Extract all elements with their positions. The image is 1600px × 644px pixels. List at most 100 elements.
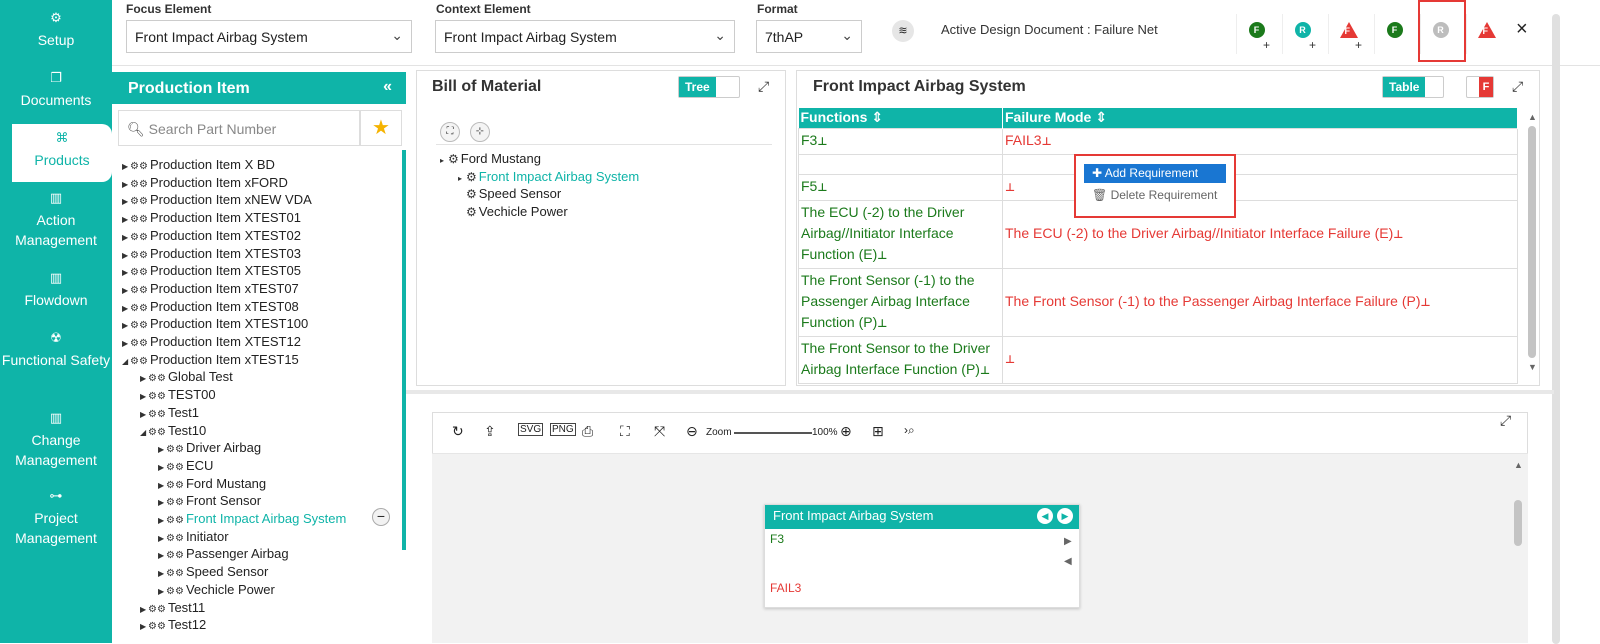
search-part-input[interactable]: 🔍︎ Search Part Number bbox=[118, 110, 360, 146]
nav-setup[interactable]: ⚙ Setup bbox=[0, 10, 112, 50]
collapse-node-icon[interactable]: − bbox=[372, 508, 390, 526]
tree-node[interactable]: ▶ ⚙⚙ Test12 bbox=[140, 616, 206, 634]
bom-view-toggle[interactable]: Tree bbox=[678, 76, 740, 98]
filter-toggle[interactable]: F bbox=[1466, 76, 1494, 98]
zoom-out-icon[interactable]: ⊖ bbox=[686, 423, 698, 440]
canvas-scrollbar[interactable] bbox=[1514, 500, 1522, 546]
expand-arrow-icon[interactable]: ▶ bbox=[140, 618, 148, 636]
expand-left-icon[interactable]: ◀ bbox=[1064, 556, 1072, 567]
functions-header[interactable]: Functions ⇕ bbox=[798, 108, 1003, 128]
close-icon[interactable]: × bbox=[1516, 18, 1528, 41]
tree-node[interactable]: ▶ ⚙⚙ Driver Airbag bbox=[158, 439, 261, 457]
hierarchy-icon[interactable]: ⊥ bbox=[1005, 182, 1015, 194]
nav-change-management[interactable]: ▥ Change Management bbox=[0, 410, 112, 470]
tree-node[interactable]: ▶ ⚙⚙ Production Item XTEST12 bbox=[122, 333, 301, 351]
hierarchy-icon[interactable]: ⊥ bbox=[1393, 229, 1403, 241]
fullscreen-icon[interactable]: ⤧ bbox=[654, 423, 665, 440]
tree-node[interactable]: ▶ ⚙⚙ Production Item XTEST01 bbox=[122, 209, 301, 227]
tree-node[interactable]: ▶ ⚙⚙ Production Item xFORD bbox=[122, 174, 288, 192]
tree-node[interactable]: ▶ ⚙⚙ TEST00 bbox=[140, 386, 216, 404]
tree-node[interactable]: ▶ ⚙⚙ Vechicle Power bbox=[158, 581, 275, 599]
hierarchy-icon[interactable]: ⊥ bbox=[817, 136, 827, 148]
table-row[interactable]: The Front Sensor (-1) to the Passenger A… bbox=[798, 267, 1518, 337]
function-cell[interactable]: F3⊥ bbox=[798, 127, 1003, 155]
export-svg-icon[interactable]: SVG bbox=[518, 423, 544, 436]
tree-node[interactable]: ▶ ⚙⚙ Test1 bbox=[140, 404, 199, 422]
toolbar-function-button[interactable]: F bbox=[1374, 14, 1414, 54]
toolbar-requirement-button[interactable]: R + bbox=[1282, 14, 1322, 54]
format-select[interactable]: 7thAP ⌄ bbox=[756, 20, 862, 53]
net-node-failure[interactable]: FAIL3 bbox=[770, 581, 801, 595]
function-cell[interactable] bbox=[798, 153, 1003, 175]
tree-node[interactable]: ▶ ⚙⚙ Production Item xTEST07 bbox=[122, 280, 299, 298]
table-row[interactable]: F3⊥ FAIL3⊥ bbox=[798, 127, 1518, 155]
tree-node[interactable]: ▶ ⚙⚙ Global Test bbox=[140, 368, 233, 386]
nav-flowdown[interactable]: ▥ Flowdown bbox=[0, 270, 112, 310]
function-cell[interactable]: The ECU (-2) to the Driver Airbag//Initi… bbox=[798, 199, 1003, 269]
toolbar-failure-button[interactable]: F + bbox=[1328, 14, 1368, 54]
bom-tree-node[interactable]: ▸ ⚙ Ford Mustang bbox=[440, 150, 541, 168]
add-requirement-item[interactable]: ✚ Add Requirement bbox=[1084, 164, 1226, 183]
tree-node[interactable]: ▶ ⚙⚙ Front Sensor bbox=[158, 492, 261, 510]
refresh-icon[interactable]: ↻ bbox=[452, 423, 464, 440]
page-scrollbar[interactable] bbox=[1552, 14, 1560, 644]
zoom-slider[interactable] bbox=[734, 432, 812, 434]
hierarchy-icon[interactable]: ⊥ bbox=[817, 182, 827, 194]
tree-node[interactable]: ▶ ⚙⚙ Speed Sensor bbox=[158, 563, 268, 581]
scroll-down-icon[interactable]: ▼ bbox=[1528, 362, 1537, 372]
nav-action-management[interactable]: ▥ Action Management bbox=[0, 190, 112, 250]
hierarchy-icon[interactable]: ⊥ bbox=[980, 365, 990, 377]
structure-view-toggle[interactable]: Table bbox=[1382, 76, 1444, 98]
print-icon[interactable]: ⎙ bbox=[582, 423, 593, 440]
layers-icon[interactable]: ≋ bbox=[892, 20, 914, 42]
tree-node[interactable]: ▶ ⚙⚙ Production Item xTEST08 bbox=[122, 298, 299, 316]
scroll-up-icon[interactable]: ▲ bbox=[1528, 112, 1537, 122]
net-node-function[interactable]: F3 bbox=[770, 532, 784, 546]
tree-node[interactable]: ▶ ⚙⚙ Production Item XTEST02 bbox=[122, 227, 301, 245]
bom-tree-node[interactable]: ⚙ Speed Sensor bbox=[458, 185, 561, 203]
tree-node[interactable]: ▶ ⚙⚙ Production Item XTEST03 bbox=[122, 245, 301, 263]
tree-node[interactable]: ▶ ⚙⚙ ECU bbox=[158, 457, 213, 475]
collapse-arrow-icon[interactable]: ◢ bbox=[140, 424, 148, 442]
tree-node[interactable]: ▶ ⚙⚙ Production Item X BD bbox=[122, 156, 275, 174]
failure-mode-header[interactable]: Failure Mode ⇕ bbox=[1002, 108, 1518, 128]
expand-icon[interactable]: ⤢ bbox=[758, 78, 769, 95]
tree-node[interactable]: ▶ ⚙⚙ Ford Mustang bbox=[158, 475, 266, 493]
scroll-up-icon[interactable]: ▲ bbox=[1514, 460, 1523, 470]
context-element-select[interactable]: Front Impact Airbag System ⌄ bbox=[435, 20, 735, 53]
focus-element-select[interactable]: Front Impact Airbag System ⌄ bbox=[126, 20, 412, 53]
search-node-icon[interactable]: ›⌕ bbox=[904, 423, 915, 438]
table-scrollbar[interactable] bbox=[1528, 126, 1536, 358]
hierarchy-icon[interactable]: ⊥ bbox=[877, 250, 887, 262]
function-cell[interactable]: F5⊥ bbox=[798, 173, 1003, 201]
collapse-icon[interactable]: « bbox=[383, 78, 392, 96]
nav-functional-safety[interactable]: ☢ Functional Safety bbox=[0, 330, 112, 370]
function-cell[interactable]: The Front Sensor (-1) to the Passenger A… bbox=[798, 267, 1003, 337]
expand-arrow-icon[interactable]: ▸ bbox=[440, 152, 448, 170]
bom-tree-node[interactable]: ▸ ⚙ Front Impact Airbag System bbox=[458, 168, 639, 186]
zoom-in-icon[interactable]: ⊕ bbox=[840, 423, 852, 440]
nav-project-management[interactable]: ⊶ Project Management bbox=[0, 488, 112, 548]
expand-icon[interactable]: ⤢ bbox=[1512, 78, 1523, 95]
failure-mode-cell[interactable]: The Front Sensor (-1) to the Passenger A… bbox=[1002, 267, 1518, 337]
tree-node[interactable]: ▶ ⚙⚙ Test11 bbox=[140, 599, 205, 617]
hierarchy-icon[interactable]: ⊥ bbox=[1421, 297, 1431, 309]
next-arrow-icon[interactable]: ▶ bbox=[1057, 508, 1073, 524]
nav-documents[interactable]: ❐ Documents bbox=[0, 70, 112, 110]
fit-screen-icon[interactable]: ⛶ bbox=[620, 423, 630, 440]
expand-right-icon[interactable]: ▶ bbox=[1064, 536, 1072, 547]
delete-requirement-item[interactable]: 🗑︎ Delete Requirement bbox=[1084, 186, 1226, 205]
collapse-arrow-icon[interactable]: ◢ bbox=[122, 353, 130, 371]
failure-mode-cell[interactable]: ⊥ bbox=[1002, 335, 1518, 384]
function-cell[interactable]: The Front Sensor to the Driver Airbag In… bbox=[798, 335, 1003, 384]
table-row[interactable]: The Front Sensor to the Driver Airbag In… bbox=[798, 335, 1518, 384]
nav-products[interactable]: ⌘ Products bbox=[12, 124, 112, 182]
export-png-icon[interactable]: PNG bbox=[550, 423, 576, 436]
tree-node[interactable]: ▶ ⚙⚙ Passenger Airbag bbox=[158, 545, 289, 563]
tree-node[interactable]: ▶ ⚙⚙ Front Impact Airbag System bbox=[158, 510, 346, 528]
upload-icon[interactable]: ⇪ bbox=[484, 423, 496, 440]
hierarchy-icon[interactable]: ⊥ bbox=[1042, 136, 1052, 148]
expand-icon[interactable]: ⤢ bbox=[1500, 412, 1511, 429]
hierarchy-icon[interactable]: ⊥ bbox=[877, 318, 887, 330]
prev-arrow-icon[interactable]: ◀ bbox=[1037, 508, 1053, 524]
